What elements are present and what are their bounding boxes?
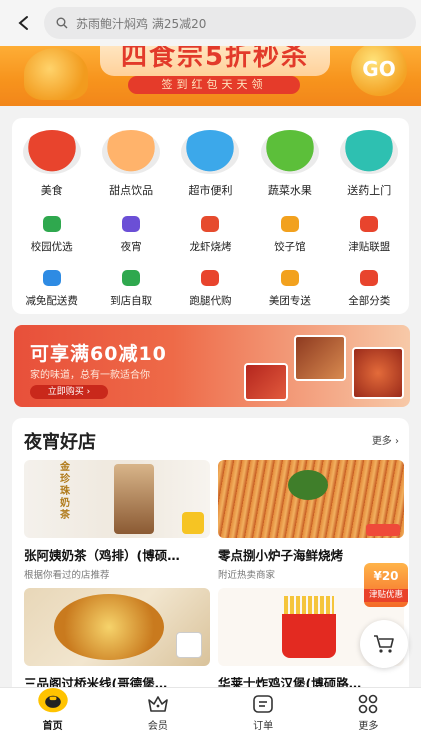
night-snack-stores-section: 夜宵好店 更多 › 金珍珠奶茶 张阿姨奶茶（鸡排）(博硕… 根据你看过的店推荐 …: [12, 418, 409, 698]
discount-promo-card[interactable]: 可享满60减10 家的味道，总有一款适合你 立即购买 ›: [14, 325, 410, 407]
category-label: 甜点饮品: [109, 184, 154, 197]
category-label: 跑腿代购: [189, 295, 232, 307]
store-name: 张阿姨奶茶（鸡排）(博硕…: [24, 548, 180, 563]
category-item[interactable]: 夜宵: [91, 216, 170, 254]
search-input[interactable]: 苏雨鲍汁焖鸡 满25减20: [44, 7, 416, 39]
category-icon: [360, 270, 379, 286]
meat-dish-image: [294, 335, 346, 381]
category-label: 校园优选: [30, 241, 73, 253]
bottom-tab-bar: 首页 会员 订单 更多: [0, 687, 421, 737]
category-icon: [122, 216, 141, 232]
more-link[interactable]: 更多 ›: [372, 432, 399, 447]
cart-button[interactable]: [360, 620, 408, 668]
tab-more[interactable]: 更多: [316, 688, 421, 737]
category-label: 到店自取: [110, 295, 153, 307]
category-icon: [280, 216, 299, 232]
category-icon: [42, 216, 61, 232]
category-label: 减免配送费: [25, 295, 78, 307]
category-label: 夜宵: [120, 241, 142, 253]
mascot-image: [24, 48, 88, 100]
category-item[interactable]: 送药上门: [330, 130, 409, 198]
order-icon: [253, 695, 273, 713]
tab-label: 首页: [42, 721, 63, 732]
store-image-text: 金珍珠奶茶: [60, 462, 70, 521]
category-icon: [122, 270, 141, 286]
category-icon: [360, 216, 379, 232]
tab-label: 订单: [253, 721, 274, 732]
category-item[interactable]: 津贴联盟: [330, 216, 409, 254]
store-name: 零点捌小炉子海鲜烧烤: [218, 548, 344, 563]
crayfish-image: [244, 363, 288, 401]
section-title: 夜宵好店: [24, 432, 96, 453]
category-icon: [102, 130, 161, 174]
home-icon: [37, 688, 68, 713]
banner-go-badge: GO: [351, 42, 407, 96]
crown-icon: [148, 696, 168, 712]
category-icon: [201, 216, 220, 232]
search-placeholder: 苏雨鲍汁焖鸡 满25减20: [76, 16, 207, 31]
category-item[interactable]: 校园优选: [12, 216, 91, 254]
back-arrow-icon: [18, 16, 28, 30]
store-card[interactable]: 金珍珠奶茶 张阿姨奶茶（鸡排）(博硕… 根据你看过的店推荐: [24, 460, 210, 581]
tab-label: 会员: [147, 721, 168, 732]
category-item[interactable]: 龙虾烧烤: [171, 216, 250, 254]
category-icon: [340, 130, 399, 174]
tab-orders[interactable]: 订单: [211, 688, 316, 737]
category-icon: [260, 130, 319, 174]
coupon-amount: ¥20: [373, 569, 399, 583]
category-item[interactable]: 蔬菜水果: [250, 130, 329, 198]
category-icon: [181, 130, 240, 174]
category-item[interactable]: 美食: [12, 130, 91, 198]
category-label: 津贴联盟: [348, 241, 391, 253]
category-item[interactable]: 超市便利: [171, 130, 250, 198]
category-icon: [22, 130, 81, 174]
category-item[interactable]: 饺子馆: [250, 216, 329, 254]
category-label: 蔬菜水果: [267, 184, 312, 197]
promo-title: 可享满60减10: [30, 343, 167, 365]
promo-subtitle: 家的味道，总有一款适合你: [30, 370, 150, 381]
category-label: 饺子馆: [274, 241, 306, 253]
banner-subline: 签到红包天天领: [128, 76, 300, 94]
category-label: 龙虾烧烤: [189, 241, 232, 253]
category-label: 送药上门: [347, 184, 392, 197]
promo-buy-button[interactable]: 立即购买 ›: [30, 385, 108, 399]
category-icon: [201, 270, 220, 286]
grid-icon: [359, 694, 378, 714]
top-bar: 苏雨鲍汁焖鸡 满25减20: [0, 0, 421, 46]
category-item[interactable]: 减免配送费: [12, 270, 91, 308]
store-image: 金珍珠奶茶: [24, 460, 210, 538]
category-label: 全部分类: [348, 295, 391, 307]
category-label: 美食: [40, 184, 63, 197]
category-icon: [42, 270, 61, 286]
tab-home[interactable]: 首页: [0, 688, 105, 737]
back-button[interactable]: [8, 7, 40, 39]
tab-member[interactable]: 会员: [105, 688, 210, 737]
store-desc: 根据你看过的店推荐: [24, 570, 110, 581]
category-label: 美团专送: [268, 295, 311, 307]
coupon-label: 津贴优惠: [364, 589, 408, 602]
tab-label: 更多: [358, 721, 379, 732]
promo-banner[interactable]: 四食宗5折秒杀 签到红包天天领 GO: [0, 40, 421, 106]
category-item[interactable]: 跑腿代购: [171, 270, 250, 308]
search-icon: [56, 17, 68, 29]
category-item[interactable]: 甜点饮品: [91, 130, 170, 198]
category-item[interactable]: 全部分类: [330, 270, 409, 308]
category-item[interactable]: 美团专送: [250, 270, 329, 308]
category-item[interactable]: 到店自取: [91, 270, 170, 308]
category-label: 超市便利: [188, 184, 233, 197]
coupon-badge[interactable]: ¥20 津贴优惠: [364, 563, 408, 607]
category-grid: 美食 甜点饮品 超市便利 蔬菜水果 送药上门 校园优选 夜宵 龙虾烧烤 饺子馆 津贴联盟 减免配…: [12, 118, 409, 314]
store-image: [24, 588, 210, 666]
chicken-dish-image: [352, 347, 404, 399]
store-image: [218, 460, 404, 538]
cart-icon: [374, 635, 394, 653]
store-card[interactable]: 三品阁过桥米线(哥德堡…: [24, 588, 210, 692]
category-icon: [280, 270, 299, 286]
